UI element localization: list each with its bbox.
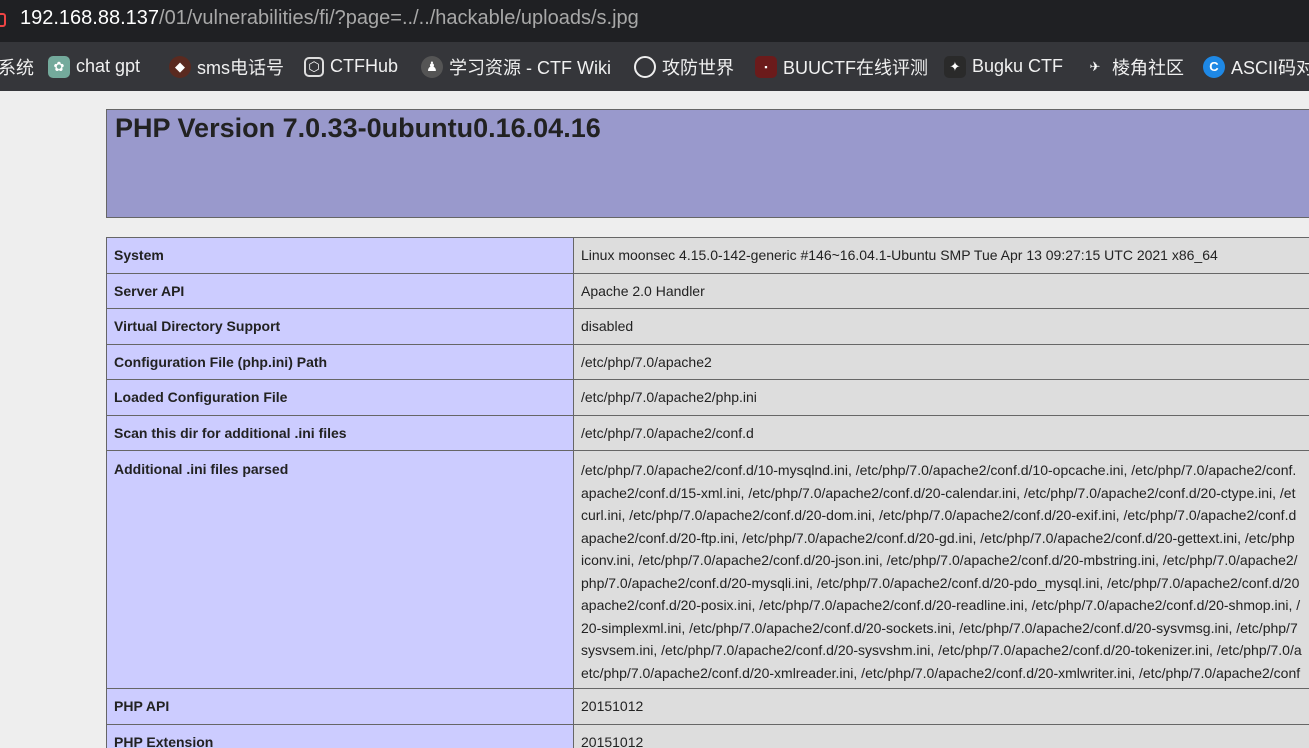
- ini-line: 20-simplexml.ini, /etc/php/7.0/apache2/c…: [581, 619, 1298, 636]
- ini-line: php/7.0/apache2/conf.d/20-mysqli.ini, /e…: [581, 574, 1300, 591]
- lengjiao-icon: ✈: [1089, 58, 1101, 74]
- bookmark-ctfwiki[interactable]: ♟ 学习资源 - CTF Wiki: [421, 42, 611, 91]
- bookmark-system[interactable]: 系统: [0, 42, 34, 91]
- ini-line: apache2/conf.d/15-xml.ini, /etc/php/7.0/…: [581, 484, 1296, 501]
- ini-line: iconv.ini, /etc/php/7.0/apache2/conf.d/2…: [581, 552, 1298, 568]
- row-value: disabled: [573, 308, 1309, 345]
- chatgpt-icon: ✿: [48, 55, 70, 78]
- bookmark-label: BUUCTF在线评测: [783, 57, 928, 78]
- url-text[interactable]: 192.168.88.137/01/vulnerabilities/fi/?pa…: [20, 7, 639, 30]
- page-content: PHP Version 7.0.33-0ubuntu0.16.04.16 Sys…: [0, 91, 1309, 748]
- phpinfo-table: System Linux moonsec 4.15.0-142-generic …: [106, 237, 1309, 748]
- ini-line: sysvsem.ini, /etc/php/7.0/apache2/conf.d…: [581, 642, 1302, 658]
- bugku-icon: ✦: [944, 55, 966, 78]
- url-host: 192.168.88.137: [20, 7, 160, 29]
- bookmarks-bar: 系统 ✿ chat gpt ◆ sms电话号 ⬡ CTFHub ♟ 学习资源 -…: [0, 42, 1309, 91]
- ini-line: etc/php/7.0/apache2/conf.d/20-xmlreader.…: [581, 664, 1301, 681]
- row-key: Server API: [106, 272, 574, 309]
- bookmark-label: 攻防世界: [662, 57, 734, 78]
- table-row: Loaded Configuration File /etc/php/7.0/a…: [106, 379, 1309, 416]
- table-row: Additional .ini files parsed /etc/php/7.…: [106, 450, 1309, 689]
- bookmark-label: Bugku CTF: [972, 56, 1064, 76]
- ini-line: apache2/conf.d/20-posix.ini, /etc/php/7.…: [581, 597, 1301, 613]
- ascii-icon: C: [1203, 55, 1225, 78]
- bookmark-label: 棱角社区: [1112, 57, 1184, 78]
- bookmark-lengjiao[interactable]: ✈ 棱角社区: [1084, 42, 1184, 91]
- bookmark-label: sms电话号: [197, 57, 284, 78]
- globe-icon: [634, 55, 656, 78]
- ctfwiki-icon: ♟: [421, 55, 443, 78]
- url-path: /01/vulnerabilities/fi/?page=../../hacka…: [159, 7, 639, 29]
- row-key: Scan this dir for additional .ini files: [106, 414, 574, 451]
- row-value: /etc/php/7.0/apache2/conf.d: [573, 414, 1309, 451]
- bookmark-label: ASCII码对: [1231, 57, 1309, 78]
- table-row: Scan this dir for additional .ini files …: [106, 414, 1309, 451]
- bookmark-chatgpt[interactable]: ✿ chat gpt: [48, 42, 140, 91]
- bookmark-label: 学习资源 - CTF Wiki: [449, 57, 611, 78]
- row-key: Virtual Directory Support: [106, 308, 574, 345]
- not-secure-icon[interactable]: [0, 13, 6, 27]
- row-key: PHP Extension: [106, 723, 574, 748]
- row-key: Configuration File (php.ini) Path: [106, 343, 574, 380]
- bookmark-bugku[interactable]: ✦ Bugku CTF: [944, 42, 1063, 91]
- bookmark-label: chat gpt: [76, 56, 141, 76]
- buuctf-icon: ▪: [755, 55, 777, 78]
- table-row: Server API Apache 2.0 Handler: [106, 272, 1309, 309]
- table-row: Configuration File (php.ini) Path /etc/p…: [106, 343, 1309, 380]
- table-row: Virtual Directory Support disabled: [106, 308, 1309, 345]
- row-value: 20151012: [573, 723, 1309, 748]
- bookmark-ctfhub[interactable]: ⬡ CTFHub: [304, 42, 398, 91]
- bookmark-buuctf[interactable]: ▪ BUUCTF在线评测: [755, 42, 928, 91]
- page-title: PHP Version 7.0.33-0ubuntu0.16.04.16: [115, 113, 601, 143]
- row-value: /etc/php/7.0/apache2/conf.d/10-mysqlnd.i…: [573, 450, 1309, 689]
- bookmark-label: 系统: [0, 57, 34, 78]
- ctfhub-icon: ⬡: [304, 56, 324, 77]
- row-value: Linux moonsec 4.15.0-142-generic #146~16…: [573, 237, 1309, 274]
- address-bar[interactable]: 192.168.88.137/01/vulnerabilities/fi/?pa…: [0, 0, 1309, 42]
- bookmark-sms[interactable]: ◆ sms电话号: [169, 42, 284, 91]
- row-value: /etc/php/7.0/apache2: [573, 343, 1309, 380]
- row-key: Loaded Configuration File: [106, 379, 574, 416]
- table-row: PHP Extension 20151012: [106, 723, 1309, 748]
- row-value: /etc/php/7.0/apache2/php.ini: [573, 379, 1309, 416]
- row-key: System: [106, 237, 574, 274]
- ini-line: curl.ini, /etc/php/7.0/apache2/conf.d/20…: [581, 507, 1297, 523]
- bookmark-gongfang[interactable]: 攻防世界: [634, 42, 734, 91]
- row-value: 20151012: [573, 688, 1309, 725]
- sms-icon: ◆: [169, 55, 191, 78]
- phpinfo-header: PHP Version 7.0.33-0ubuntu0.16.04.16: [106, 109, 1309, 218]
- row-key: Additional .ini files parsed: [106, 450, 574, 689]
- row-key: PHP API: [106, 688, 574, 725]
- ini-line: /etc/php/7.0/apache2/conf.d/10-mysqlnd.i…: [581, 462, 1297, 478]
- table-row: PHP API 20151012: [106, 688, 1309, 725]
- bookmark-ascii[interactable]: C ASCII码对: [1203, 42, 1309, 91]
- bookmark-label: CTFHub: [330, 56, 399, 76]
- ini-line: apache2/conf.d/20-ftp.ini, /etc/php/7.0/…: [581, 529, 1295, 546]
- row-value: Apache 2.0 Handler: [573, 272, 1309, 309]
- table-row: System Linux moonsec 4.15.0-142-generic …: [106, 237, 1309, 274]
